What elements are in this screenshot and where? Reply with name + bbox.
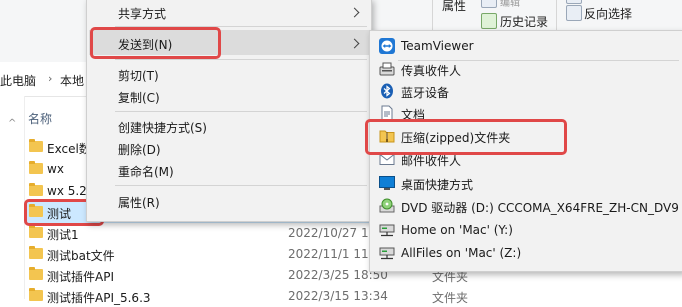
file-date: 2022/3/15 13:34	[288, 289, 388, 303]
dvd-icon	[379, 198, 395, 214]
file-date: 2022/11/1 11	[288, 247, 369, 261]
history-ribbon-button[interactable]: 历史记录	[500, 13, 548, 30]
properties-ribbon-button[interactable]: 属性	[442, 0, 466, 14]
file-name: wx	[47, 162, 64, 176]
send-to-fax[interactable]: 传真收件人	[370, 58, 682, 80]
file-row[interactable]: 测试插件API_5.6.3 2022/3/15 13:34 文件夹	[24, 286, 682, 307]
file-name: 测试1	[47, 228, 79, 242]
menu-item-share[interactable]: 共享方式	[87, 1, 371, 23]
folder-icon	[29, 225, 43, 238]
column-header-name[interactable]: 名称	[28, 110, 52, 127]
menu-separator	[115, 111, 367, 112]
file-name: 测试插件API_5.6.3	[47, 291, 151, 305]
menu-item-label: 桌面快捷方式	[401, 178, 474, 192]
folder-icon	[29, 161, 43, 174]
send-to-teamviewer[interactable]: TeamViewer	[370, 35, 682, 57]
menu-item-label: 复制(C)	[118, 91, 160, 105]
breadcrumb-separator: ›	[48, 72, 53, 85]
menu-item-label: TeamViewer	[401, 39, 474, 53]
folder-icon	[29, 267, 43, 280]
teamviewer-icon	[379, 38, 395, 54]
send-to-highlight	[90, 27, 221, 59]
breadcrumb-local-disk[interactable]: 本地	[60, 72, 84, 89]
network-drive-icon	[379, 245, 395, 261]
folder-icon	[29, 246, 43, 259]
chevron-right-icon	[349, 7, 360, 18]
fax-icon	[379, 61, 395, 77]
send-to-desktop-shortcut[interactable]: 桌面快捷方式	[370, 172, 682, 194]
menu-item-label: 蓝牙设备	[401, 86, 450, 100]
menu-item-copy[interactable]: 复制(C)	[87, 85, 371, 107]
menu-item-label: 重命名(M)	[118, 165, 174, 179]
menu-item-rename[interactable]: 重命名(M)	[87, 159, 371, 181]
send-to-allfiles-mac[interactable]: AllFiles on 'Mac' (Z:)	[370, 242, 682, 264]
edit-ribbon-button[interactable]: 编辑	[500, 0, 520, 9]
menu-item-label: 属性(R)	[118, 196, 160, 210]
breadcrumb-this-pc[interactable]: 此电脑	[0, 72, 36, 89]
folder-icon	[29, 139, 43, 152]
send-to-dvd-drive[interactable]: DVD 驱动器 (D:) CCCOMA_X64FRE_ZH-CN_DV9	[370, 195, 682, 217]
menu-item-label: 创建快捷方式(S)	[118, 121, 207, 135]
chevron-right-icon	[349, 38, 360, 49]
edit-icon	[481, 0, 497, 8]
folder-icon	[29, 183, 43, 196]
menu-item-label: 剪切(T)	[118, 69, 159, 83]
menu-item-delete[interactable]: 删除(D)	[87, 137, 371, 159]
menu-item-label: DVD 驱动器 (D:) CCCOMA_X64FRE_ZH-CN_DV9	[401, 201, 679, 215]
menu-separator	[115, 185, 367, 186]
bluetooth-icon	[379, 83, 395, 99]
network-drive-icon	[379, 222, 395, 238]
file-type: 文件夹	[432, 291, 469, 305]
history-icon	[481, 13, 497, 29]
file-name: wx 5.2	[47, 184, 87, 198]
menu-item-label: 删除(D)	[118, 143, 161, 157]
menu-item-properties[interactable]: 属性(R)	[87, 190, 371, 212]
zip-folder-highlight	[365, 119, 567, 155]
select-none-icon	[566, 0, 582, 4]
invert-selection-ribbon-button[interactable]: 反向选择	[584, 5, 632, 22]
desktop-icon	[379, 175, 395, 191]
menu-item-label: AllFiles on 'Mac' (Z:)	[401, 246, 522, 260]
menu-item-label: 传真收件人	[401, 64, 462, 78]
file-name: Excel数	[47, 142, 91, 156]
folder-icon	[29, 288, 43, 301]
invert-selection-icon	[566, 5, 582, 21]
menu-item-label: Home on 'Mac' (Y:)	[401, 223, 513, 237]
nav-pane-scroll-up-icon[interactable]: ^	[8, 118, 16, 129]
send-to-home-mac[interactable]: Home on 'Mac' (Y:)	[370, 219, 682, 241]
menu-item-create-shortcut[interactable]: 创建快捷方式(S)	[87, 115, 371, 137]
menu-item-label: 共享方式	[118, 7, 167, 21]
file-date: 2022/10/27 11	[288, 226, 377, 240]
send-to-bluetooth[interactable]: 蓝牙设备	[370, 80, 682, 102]
file-name: 测试插件API	[47, 270, 114, 284]
file-name: 测试bat文件	[47, 249, 115, 263]
menu-separator	[115, 59, 367, 60]
menu-item-cut[interactable]: 剪切(T)	[87, 63, 371, 85]
